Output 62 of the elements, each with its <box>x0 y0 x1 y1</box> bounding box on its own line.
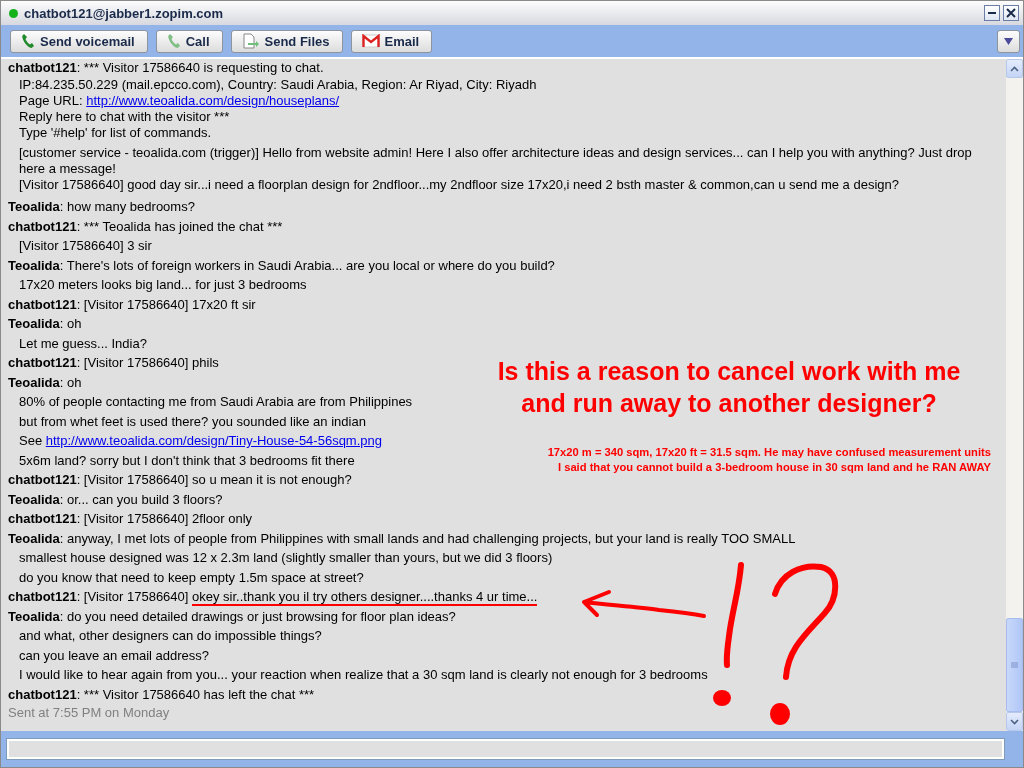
chat-message: chatbot121: [Visitor 17586640] phils <box>8 354 219 372</box>
annotation-headline: and run away to another designer? <box>521 388 937 419</box>
phone-icon <box>166 33 181 49</box>
chat-line: Page URL: http://www.teoalida.com/design/houseplans/ <box>18 93 340 109</box>
phone-icon <box>21 33 35 49</box>
chat-message: chatbot121: [Visitor 17586640] 17x20 ft sir <box>8 295 256 314</box>
chat-line: Reply here to chat with the visitor *** <box>18 109 230 125</box>
minimize-button[interactable] <box>984 5 1000 21</box>
message-input[interactable] <box>6 738 1005 760</box>
chat-line: and what, other designers can do impossible things? <box>18 627 322 645</box>
chat-message: Teoalida: how many bedrooms? <box>8 198 195 216</box>
link[interactable]: http://www.teoalida.com/design/Tiny-House-54-56sqm.png <box>45 433 382 448</box>
scroll-up-button[interactable] <box>1006 59 1023 78</box>
chat-line: I would like to hear again from you... your reaction when realize that a 30 sqm land is clearly not enough for 3 bedrooms <box>18 666 708 684</box>
chat-line: [Visitor 17586640] 3 sir <box>18 237 152 255</box>
grip-icon <box>1011 662 1018 668</box>
chat-message: chatbot121: [Visitor 17586640] 2floor only <box>8 510 252 528</box>
chat-line: 80% of people contacting me from Saudi Arabia are from Philippines <box>18 393 413 411</box>
chevron-down-icon <box>1010 718 1019 725</box>
chat-line: 5x6m land? sorry but I don't think that 3 bedrooms fit there <box>18 451 355 470</box>
chat-line: but from whet feet is used there? you sounded like an indian <box>18 412 366 431</box>
annotation-headline: Is this a reason to cancel work with me <box>497 356 961 387</box>
chat-message: chatbot121: *** Visitor 17586640 is requesting to chat. <box>8 59 324 77</box>
minimize-icon <box>988 12 996 14</box>
toolbar-button[interactable]: Send voicemail <box>10 29 148 53</box>
toolbar-button[interactable]: Send Files <box>230 29 343 53</box>
chat-message: Teoalida: oh <box>8 373 82 392</box>
scrollbar-thumb[interactable] <box>1006 618 1023 712</box>
chat-line: 17x20 meters looks big land... for just 3 bedrooms <box>18 276 307 294</box>
close-button[interactable] <box>1003 5 1019 21</box>
annotation-note: I said that you cannot build a 3-bedroom house in 30 sqm land and he RAN AWAY <box>557 460 991 475</box>
chevron-up-icon <box>1010 65 1019 72</box>
chat-message: chatbot121: *** Visitor 17586640 has left the chat *** <box>8 685 315 704</box>
window-title: chatbot121@jabber1.zopim.com <box>24 5 225 21</box>
chat-message: Teoalida: oh <box>8 315 82 333</box>
scroll-down-button[interactable] <box>1006 712 1023 731</box>
chat-line: See http://www.teoalida.com/design/Tiny-House-54-56sqm.png <box>18 432 382 450</box>
chat-message: Teoalida: There's lots of foreign workers in Saudi Arabia... are you local or where do you build? <box>8 256 555 275</box>
caret-icon <box>1004 37 1013 45</box>
chat-message: chatbot121: [Visitor 17586640] so u mean it is not enough? <box>8 471 352 489</box>
mail-icon <box>361 34 380 48</box>
link[interactable]: http://www.teoalida.com/design/houseplans/ <box>86 93 340 108</box>
chat-message: Teoalida: do you need detailed drawings or just browsing for floor plan ideas? <box>8 607 456 626</box>
annotation-note: 17x20 m = 340 sqm, 17x20 ft = 31.5 sqm. He may have confused measurement units <box>547 445 991 460</box>
chat-line: IP:84.235.50.229 (mail.epcco.com), Country: Saudi Arabia, Region: Ar Riyad, City: Riyadh <box>18 77 537 93</box>
chat-message: chatbot121: [Visitor 17586640] okey sir..thank you il try others designer....thanks 4 ur time... <box>8 588 538 607</box>
sent-timestamp: Sent at 7:55 PM on Monday <box>8 704 170 721</box>
chat-message: chatbot121: *** Teoalida has joined the chat *** <box>8 217 283 236</box>
toolbar-button[interactable]: Email <box>350 29 433 53</box>
chat-line: smallest house designed was 12 x 2.3m land (slightly smaller than yours, but we did 3 floors) <box>18 549 553 567</box>
chat-line: [Visitor 17586640] good day sir...i need a floorplan design for 2ndfloor...my 2ndfloor size 17x20,i need 2 bsth master & common,can u send me a design? <box>18 177 899 193</box>
chat-message: Teoalida: or... can you build 3 floors? <box>8 490 223 509</box>
chat-line: [customer service - teoalida.com (trigger)] Hello from website admin! Here I also offer architecture ideas and design services... can I help you with anything? Just drop here a message! <box>18 145 973 177</box>
chat-line: Type '#help' for list of commands. <box>18 125 212 141</box>
dropdown-button[interactable] <box>997 29 1020 53</box>
close-icon <box>1006 8 1016 18</box>
toolbar-button[interactable]: Call <box>155 29 223 53</box>
chat-line: do you know that need to keep empty 1.5m space at street? <box>18 568 364 587</box>
chat-message: Teoalida: anyway, I met lots of people from Philippines with small lands and had challenging projects, but your land is really TOO SMALL <box>8 529 796 548</box>
chat-line: Let me guess... India? <box>18 334 147 353</box>
chat-line: can you leave an email address? <box>18 646 210 665</box>
file-icon <box>241 33 260 49</box>
